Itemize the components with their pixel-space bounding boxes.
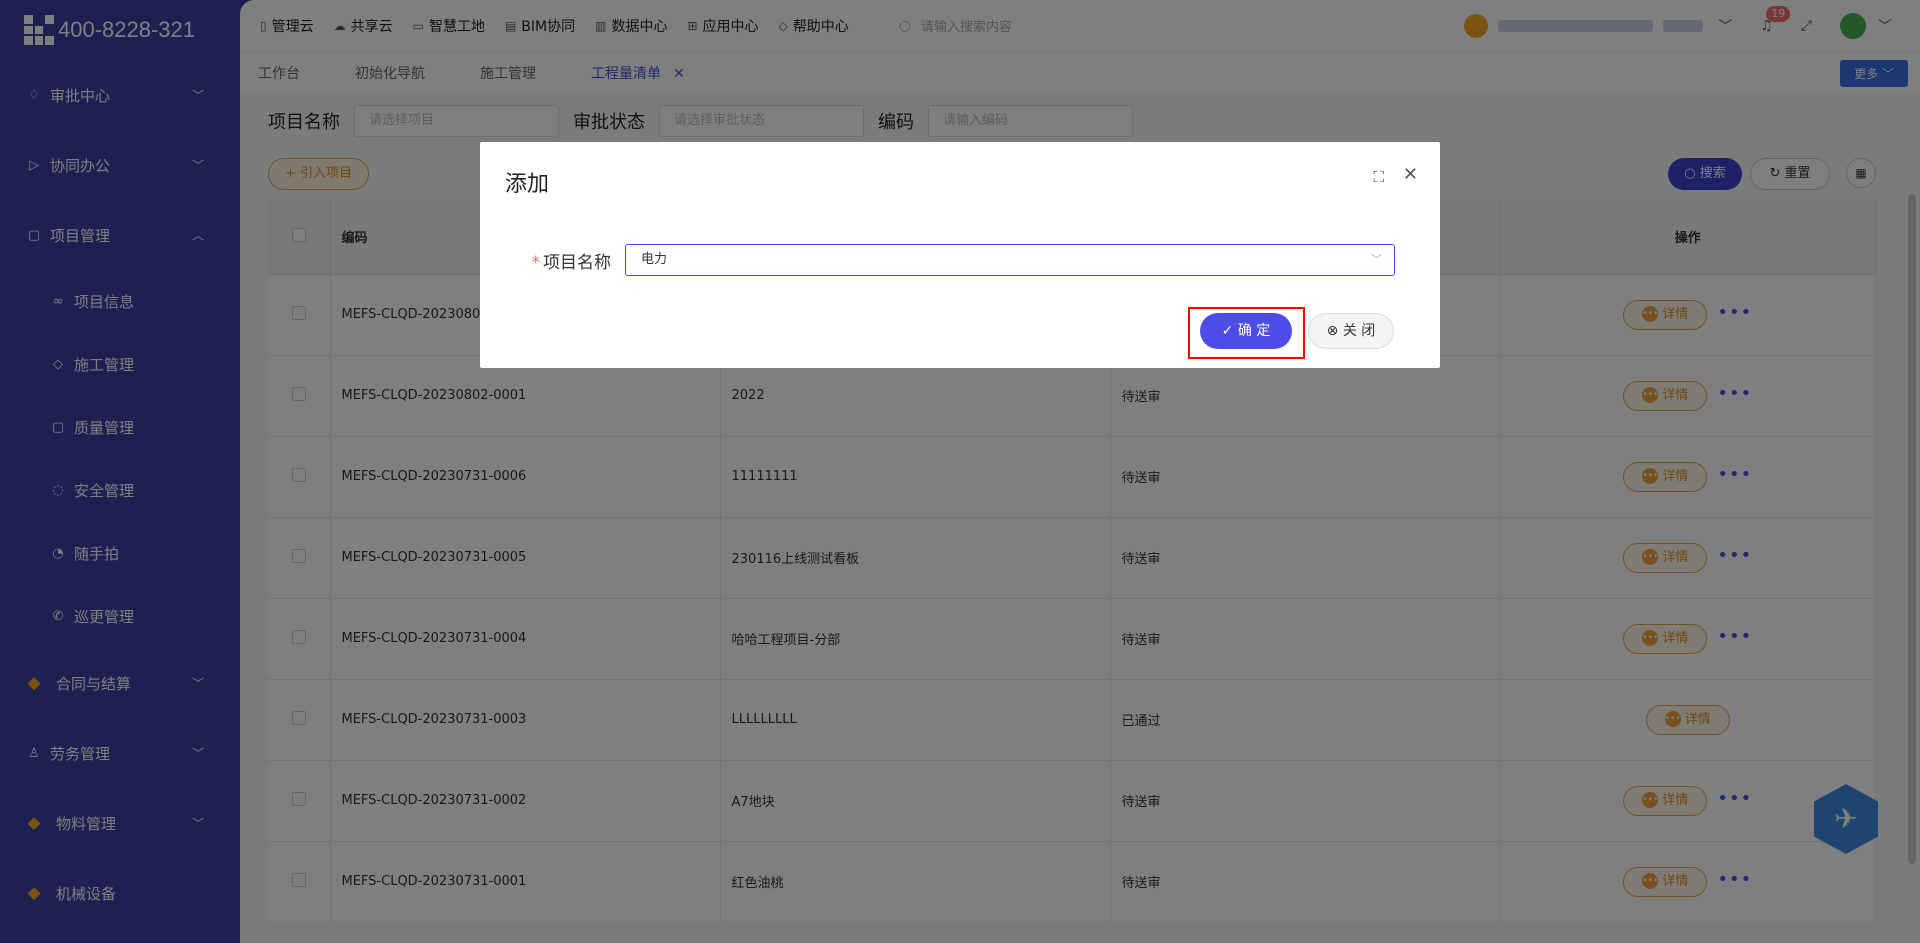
required-marker: * [531,252,541,273]
add-dialog: 添加 ⛶ ✕ * 项目名称 电力 ﹀ ✓ 确 定 ⊗ 关 闭 [480,142,1440,368]
close-button[interactable]: ⊗ 关 闭 [1308,313,1394,349]
dialog-title: 添加 [505,172,550,197]
project-name-label: * 项目名称 [531,252,612,273]
project-name-select[interactable]: 电力 ﹀ [625,244,1395,276]
check-icon: ✓ [1221,323,1238,339]
maximize-icon[interactable]: ⛶ [1373,168,1384,186]
project-name-row: * 项目名称 电力 ﹀ [480,244,1440,276]
close-circle-icon: ⊗ [1326,323,1343,339]
chevron-down-icon: ﹀ [1371,253,1382,266]
close-icon[interactable]: ✕ [1403,164,1418,185]
confirm-button[interactable]: ✓ 确 定 [1200,313,1292,349]
